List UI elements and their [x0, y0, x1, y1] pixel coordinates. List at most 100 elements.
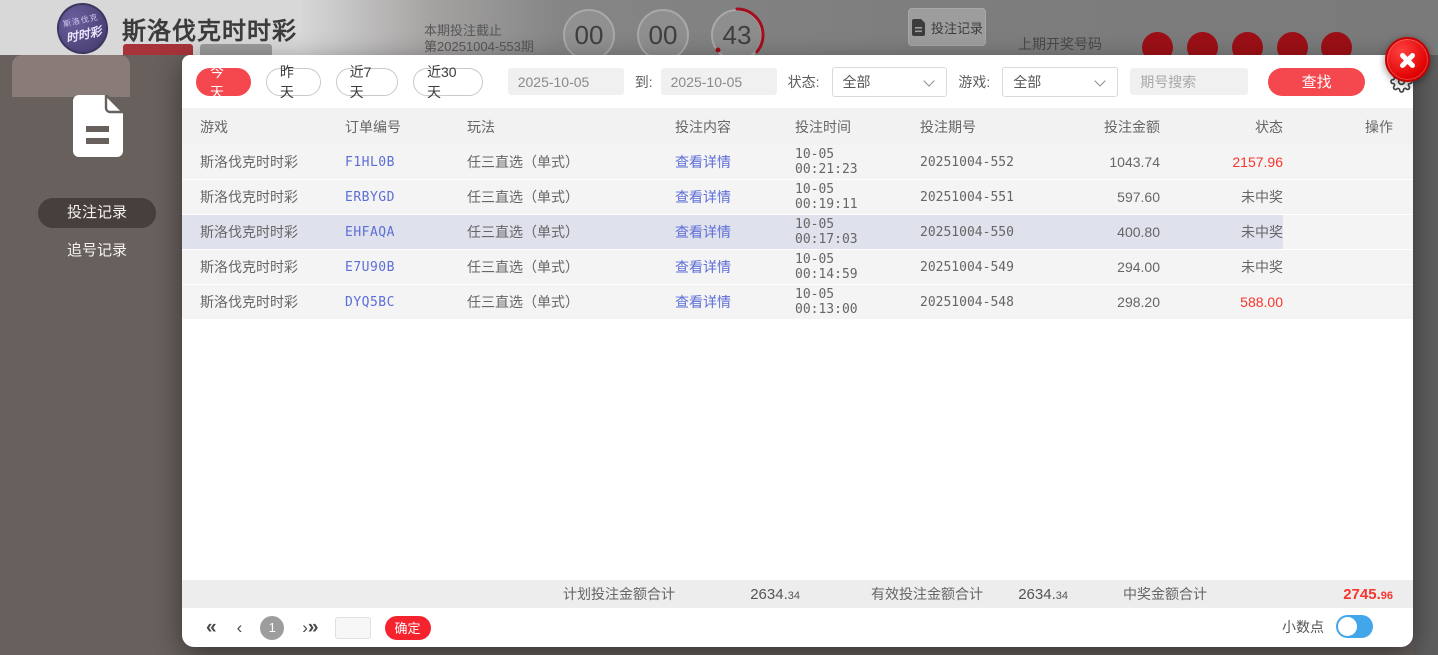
search-button[interactable]: 查找 [1268, 67, 1365, 96]
view-details-link[interactable]: 查看详情 [657, 215, 777, 249]
cell-status: 588.00 [1240, 294, 1283, 310]
page-jump-input[interactable] [334, 616, 371, 639]
totals-bar: 计划投注金额合计 2634.34 有效投注金额合计 2634.34 中奖金额合计… [182, 580, 1413, 608]
chevron-down-icon [1094, 74, 1106, 87]
sidebar-item-bet-records[interactable]: 投注记录 [38, 198, 156, 228]
cell-status: 2157.96 [1232, 154, 1283, 170]
win-total-value: 2745.96 [1343, 585, 1393, 603]
cell-action [1283, 285, 1413, 319]
cell-play: 任三直选（单式） [467, 259, 579, 275]
col-header-play: 玩法 [467, 118, 495, 135]
overlay-right-strip [1413, 55, 1438, 655]
cell-time: 10-05 00:13:00 [795, 287, 858, 317]
deadline-block: 本期投注截止 第20251004-553期 [424, 23, 534, 55]
col-header-status: 状态 [1255, 118, 1283, 135]
cell-play: 任三直选（单式） [467, 294, 579, 310]
decimal-toggle-group: 小数点 [1282, 615, 1373, 638]
table-header-row: 游戏 订单编号 玩法 投注内容 投注时间 投注期号 投注金额 状态 操作 [182, 108, 1413, 145]
cell-order-link[interactable]: ERBYGD [327, 180, 449, 214]
col-header-time: 投注时间 [795, 118, 851, 135]
cell-period: 20251004-552 [920, 154, 1014, 170]
cell-period: 20251004-550 [902, 215, 1042, 249]
status-select-value: 全部 [842, 73, 871, 90]
pagination-bar: « ‹ 1 › » 确定 [182, 608, 1413, 647]
cell-time: 10-05 00:17:03 [777, 215, 902, 249]
cell-order-link[interactable]: E7U90B [327, 250, 449, 284]
view-details-link[interactable]: 查看详情 [657, 285, 777, 319]
decimal-toggle-label: 小数点 [1282, 618, 1324, 635]
cell-game: 斯洛伐克时时彩 [200, 294, 298, 310]
prev-page-button[interactable]: ‹ [237, 618, 243, 638]
cell-period: 20251004-551 [920, 189, 1014, 205]
cell-action [1283, 215, 1413, 249]
play-mode-button-gray-cutoff[interactable] [200, 44, 272, 55]
countdown-timer: 00 00 43 [563, 7, 765, 63]
countdown-seconds: 43 [709, 7, 765, 63]
cell-game: 斯洛伐克时时彩 [182, 215, 327, 249]
chevron-down-icon [923, 74, 936, 87]
close-button[interactable] [1385, 37, 1430, 82]
table-row: 斯洛伐克时时彩 E7U90B 任三直选（单式） 查看详情 10-05 00:14… [182, 250, 1413, 285]
cell-period: 20251004-548 [920, 294, 1014, 310]
countdown-hours: 00 [563, 9, 615, 61]
dimmed-page-panel [12, 55, 130, 97]
first-page-button[interactable]: « [206, 617, 217, 639]
col-header-period: 投注期号 [920, 118, 976, 135]
cell-amount: 298.20 [1117, 294, 1160, 310]
status-filter-label: 状态: [787, 73, 820, 90]
cell-status: 未中奖 [1241, 189, 1283, 205]
cell-play: 任三直选（单式） [449, 215, 657, 249]
cell-game: 斯洛伐克时时彩 [200, 189, 298, 205]
table-row: 斯洛伐克时时彩 DYQ5BC 任三直选（单式） 查看详情 10-05 00:13… [182, 285, 1413, 320]
cell-order-link[interactable]: F1HL0B [327, 145, 449, 179]
range-button-last7days[interactable]: 近7天 [335, 64, 398, 100]
cell-time: 10-05 00:21:23 [795, 147, 858, 177]
play-mode-button-red-cutoff[interactable] [123, 44, 193, 55]
range-button-today[interactable]: 今天 [196, 64, 251, 100]
col-header-action: 操作 [1365, 118, 1393, 135]
current-page-indicator[interactable]: 1 [260, 615, 285, 640]
cell-time: 10-05 00:14:59 [795, 252, 858, 282]
game-filter-label: 游戏: [958, 73, 991, 90]
cell-action [1283, 180, 1413, 214]
date-from-input[interactable] [507, 68, 624, 95]
view-details-link[interactable]: 查看详情 [657, 180, 777, 214]
file-icon [73, 95, 123, 157]
cell-amount: 597.60 [1117, 189, 1160, 205]
sidebar-item-chase-records[interactable]: 追号记录 [38, 240, 156, 262]
page-jump-confirm-button[interactable]: 确定 [384, 615, 431, 640]
period-search-input[interactable] [1130, 68, 1249, 95]
cell-game: 斯洛伐克时时彩 [200, 259, 298, 275]
col-header-amount: 投注金额 [1104, 118, 1160, 135]
table-row: 斯洛伐克时时彩 F1HL0B 任三直选（单式） 查看详情 10-05 00:21… [182, 145, 1413, 180]
last-page-button[interactable]: » [308, 617, 319, 639]
date-to-input[interactable] [660, 68, 777, 95]
table-row: 斯洛伐克时时彩 ERBYGD 任三直选（单式） 查看详情 10-05 00:19… [182, 180, 1413, 215]
cell-time: 10-05 00:19:11 [795, 182, 858, 212]
cell-status: 未中奖 [1241, 259, 1283, 275]
cell-order-link[interactable]: DYQ5BC [327, 285, 449, 319]
decimal-toggle-switch[interactable] [1336, 615, 1373, 638]
cell-amount: 400.80 [1042, 215, 1160, 249]
bet-record-header-button[interactable]: 投注记录 [908, 8, 986, 46]
cell-play: 任三直选（单式） [467, 154, 579, 170]
game-select[interactable]: 全部 [1002, 66, 1119, 97]
cell-action [1283, 145, 1413, 179]
range-button-yesterday[interactable]: 昨天 [265, 64, 321, 100]
view-details-link[interactable]: 查看详情 [657, 250, 777, 284]
planned-total-label: 计划投注金额合计 [563, 586, 675, 602]
cell-status: 未中奖 [1160, 215, 1283, 249]
col-header-content: 投注内容 [675, 118, 731, 135]
cell-amount: 1043.74 [1109, 154, 1160, 170]
screen: 斯洛伐克 时时彩 斯洛伐克时时彩 本期投注截止 第20251004-553期 0… [0, 0, 1438, 655]
col-header-game: 游戏 [200, 118, 228, 135]
status-select[interactable]: 全部 [831, 66, 948, 97]
table-row: 斯洛伐克时时彩 EHFAQA 任三直选（单式） 查看详情 10-05 00:17… [182, 215, 1413, 250]
range-button-last30days[interactable]: 近30天 [412, 64, 483, 100]
bet-record-header-label: 投注记录 [930, 20, 983, 36]
cell-order-link[interactable]: EHFAQA [327, 215, 449, 249]
view-details-link[interactable]: 查看详情 [657, 145, 777, 179]
planned-total-value: 2634.34 [750, 585, 800, 603]
bet-records-modal: 今天 昨天 近7天 近30天 到: 状态: 全部 游戏: 全部 查找 [182, 55, 1413, 647]
valid-total-label: 有效投注金额合计 [871, 586, 983, 602]
